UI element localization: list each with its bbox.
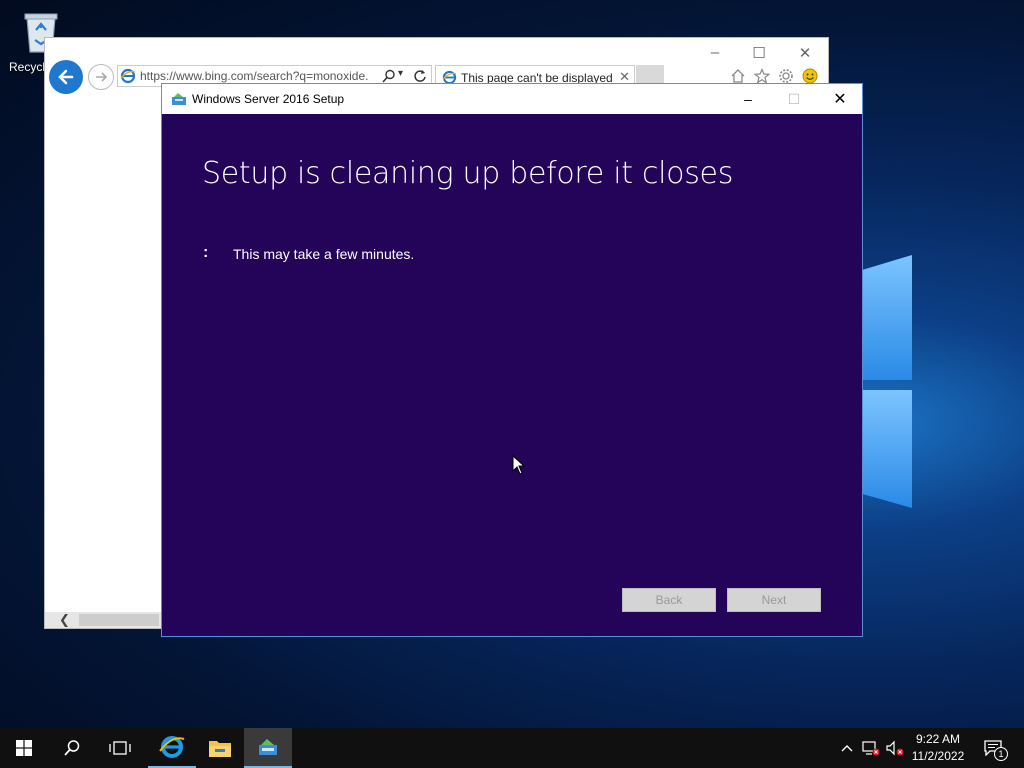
minimize-button[interactable]: – — [725, 84, 771, 114]
back-arrow-icon — [58, 69, 74, 85]
minimize-icon[interactable]: – — [705, 44, 725, 61]
network-disconnected-icon — [862, 741, 880, 756]
taskbar-file-explorer[interactable] — [196, 728, 244, 768]
taskbar: 9:22 AM 11/2/2022 1 — [0, 728, 1024, 768]
clock-time: 9:22 AM — [915, 732, 961, 746]
clock-date: 11/2/2022 — [911, 749, 965, 763]
windows-start-icon — [16, 740, 32, 756]
horizontal-scrollbar[interactable]: ❮ — [45, 612, 163, 628]
taskbar-setup[interactable] — [244, 728, 292, 768]
page-title: Setup is cleaning up before it closes — [202, 156, 734, 191]
search-icon — [64, 740, 80, 756]
task-view-button[interactable] — [96, 728, 144, 768]
setup-dialog[interactable]: Windows Server 2016 Setup – ☐ ✕ Setup is… — [161, 83, 863, 637]
show-hidden-icons-button[interactable] — [838, 728, 856, 768]
next-button-disabled: Next — [727, 588, 821, 612]
clock[interactable]: 9:22 AM 11/2/2022 — [900, 731, 976, 765]
back-button-disabled: Back — [622, 588, 716, 612]
search-icon[interactable] — [382, 69, 396, 83]
scrollbar-thumb[interactable] — [79, 614, 159, 626]
setup-window-title: Windows Server 2016 Setup — [192, 92, 345, 106]
taskbar-internet-explorer[interactable] — [148, 728, 196, 768]
close-button[interactable]: ✕ — [817, 84, 863, 114]
notification-count-badge: 1 — [994, 747, 1008, 761]
maximize-icon[interactable]: ☐ — [749, 44, 769, 62]
maximize-button: ☐ — [787, 90, 801, 107]
setup-title-bar[interactable]: Windows Server 2016 Setup – ☐ ✕ — [162, 84, 862, 114]
status-message: This may take a few minutes. — [233, 246, 415, 262]
setup-app-icon — [172, 93, 186, 105]
chevron-down-icon[interactable]: ▾ — [398, 68, 403, 79]
address-text: https://www.bing.com/search?q=monoxide. — [140, 69, 369, 83]
network-tray-button[interactable] — [860, 728, 882, 768]
internet-explorer-icon — [159, 736, 185, 758]
chevron-up-icon — [841, 745, 853, 752]
refresh-icon[interactable] — [413, 69, 427, 83]
recycle-bin-label: Recycl — [9, 60, 46, 74]
forward-arrow-icon — [96, 72, 108, 82]
search-button[interactable] — [48, 728, 96, 768]
windows-logo-wallpaper — [862, 255, 922, 515]
back-button[interactable] — [49, 60, 83, 94]
mouse-cursor-icon — [512, 455, 526, 475]
forward-button[interactable] — [88, 64, 114, 90]
ie-page-icon — [120, 68, 136, 84]
setup-icon — [259, 739, 277, 755]
progress-spinner: : — [203, 244, 209, 261]
task-view-icon — [109, 741, 131, 755]
file-explorer-icon — [209, 741, 231, 757]
start-button[interactable] — [0, 728, 48, 768]
scroll-left-icon[interactable]: ❮ — [59, 612, 70, 628]
close-icon[interactable]: ✕ — [795, 44, 815, 62]
